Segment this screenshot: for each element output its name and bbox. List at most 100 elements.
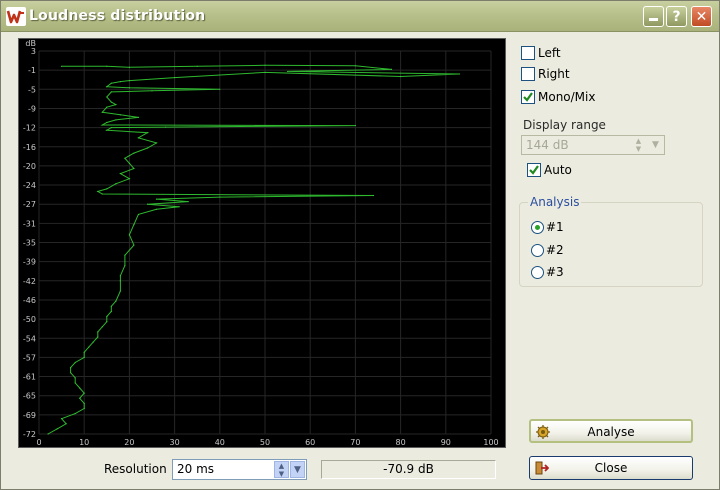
app-logo-icon xyxy=(6,7,26,26)
y-tick-label: -39 xyxy=(23,258,36,267)
display-range-label: Display range xyxy=(523,118,606,132)
mono-mix-checkbox[interactable]: Mono/Mix xyxy=(521,89,595,105)
x-tick-label: 20 xyxy=(124,438,134,447)
y-axis-unit-label: dB xyxy=(25,39,36,48)
data-point xyxy=(133,167,135,170)
left-channel-checkbox[interactable]: Left xyxy=(521,45,561,61)
chevron-down-icon[interactable]: ▼ xyxy=(290,461,305,478)
data-point xyxy=(155,208,158,210)
y-tick-label: -65 xyxy=(23,392,36,401)
data-point xyxy=(101,124,103,126)
data-point xyxy=(119,172,121,175)
data-point xyxy=(115,183,117,185)
auto-checkbox-box[interactable] xyxy=(527,163,541,177)
data-point xyxy=(97,190,99,193)
display-range-field[interactable]: 144 dB ▲ ▼ ▼ xyxy=(521,135,665,155)
data-point xyxy=(65,423,67,425)
data-point xyxy=(133,152,135,154)
data-point xyxy=(110,101,112,103)
y-tick-label: -35 xyxy=(23,239,36,248)
x-tick-label: 60 xyxy=(305,438,315,447)
y-tick-label: -9 xyxy=(28,104,36,113)
data-point xyxy=(119,114,121,116)
x-tick-label: 90 xyxy=(441,438,451,447)
resolution-field[interactable]: 20 ms ▲ ▼ ▼ xyxy=(172,459,307,480)
analysis-group-title: Analysis xyxy=(528,195,582,209)
y-tick-label: -24 xyxy=(23,181,36,190)
analysis-option-3[interactable]: #3 xyxy=(531,264,564,280)
data-point xyxy=(70,367,72,369)
display-range-spinner[interactable]: ▲ ▼ xyxy=(631,137,646,153)
data-point xyxy=(119,290,121,292)
resolution-spinner[interactable]: ▲ ▼ xyxy=(274,461,289,478)
analysis-option-label: #3 xyxy=(546,265,564,279)
data-point xyxy=(106,315,108,318)
x-tick-label: 80 xyxy=(396,438,406,447)
data-point xyxy=(400,75,402,78)
db-readout: -70.9 dB xyxy=(321,460,496,479)
analysis-radio-3[interactable] xyxy=(531,265,544,279)
data-point xyxy=(106,121,108,124)
data-point xyxy=(56,428,58,430)
y-tick-label: -31 xyxy=(23,219,36,228)
data-point xyxy=(110,305,112,307)
x-tick-label: 100 xyxy=(483,438,498,447)
data-point xyxy=(74,361,76,364)
analyse-button[interactable]: Analyse xyxy=(529,419,693,443)
data-point xyxy=(187,201,189,203)
y-tick-label: -16 xyxy=(23,143,36,152)
data-point xyxy=(128,234,130,236)
analysis-radio-2[interactable] xyxy=(531,243,544,257)
data-point xyxy=(119,275,121,277)
right-checkbox-box[interactable] xyxy=(521,67,535,81)
data-point xyxy=(128,162,130,164)
analysis-option-1[interactable]: #1 xyxy=(531,219,564,235)
resolution-label: Resolution xyxy=(104,462,167,476)
mono-checkbox-box[interactable] xyxy=(521,90,535,104)
data-point xyxy=(164,126,167,128)
data-point xyxy=(119,280,121,282)
data-point xyxy=(219,88,221,90)
x-tick-label: 50 xyxy=(260,438,270,447)
left-checkbox-box[interactable] xyxy=(521,46,535,60)
data-point xyxy=(146,203,149,205)
loudness-trace xyxy=(47,64,460,435)
data-point xyxy=(106,86,108,88)
auto-range-checkbox[interactable]: Auto xyxy=(527,162,572,178)
y-tick-label: -5 xyxy=(28,85,36,94)
data-point xyxy=(74,377,76,379)
auto-checkbox-label: Auto xyxy=(544,163,572,177)
data-point xyxy=(83,402,85,404)
analysis-option-label: #2 xyxy=(546,243,564,257)
close-window-button[interactable]: ✕ xyxy=(691,6,712,27)
data-point xyxy=(133,244,135,246)
chevron-down-icon[interactable]: ▼ xyxy=(648,137,663,153)
data-point xyxy=(133,224,135,226)
data-point xyxy=(119,81,121,83)
data-point xyxy=(106,321,108,323)
data-point xyxy=(264,71,266,74)
data-point xyxy=(61,418,63,420)
data-point xyxy=(110,91,112,93)
analysis-option-2[interactable]: #2 xyxy=(531,242,564,258)
data-point xyxy=(115,300,117,302)
data-point xyxy=(124,254,126,256)
title-bar[interactable]: Loudness distribution ? ✕ xyxy=(1,1,719,32)
data-point xyxy=(83,356,85,358)
y-tick-label: -61 xyxy=(23,373,36,382)
window-title: Loudness distribution xyxy=(29,8,206,24)
data-point xyxy=(106,65,108,67)
data-point xyxy=(128,178,130,180)
x-tick-label: 30 xyxy=(170,438,180,447)
close-button-label: Close xyxy=(594,461,628,475)
data-point xyxy=(146,132,149,134)
data-point xyxy=(106,188,108,190)
help-button[interactable]: ? xyxy=(666,6,687,27)
analysis-radio-1[interactable] xyxy=(531,220,544,234)
minimize-button[interactable] xyxy=(643,6,664,27)
y-tick-label: -50 xyxy=(23,315,36,324)
loudness-window: Loudness distribution ? ✕ 0 10 20 30 40 50 60 7… xyxy=(0,0,720,490)
right-channel-checkbox[interactable]: Right xyxy=(521,66,570,82)
close-button[interactable]: Close xyxy=(529,456,693,480)
data-point xyxy=(178,206,180,208)
